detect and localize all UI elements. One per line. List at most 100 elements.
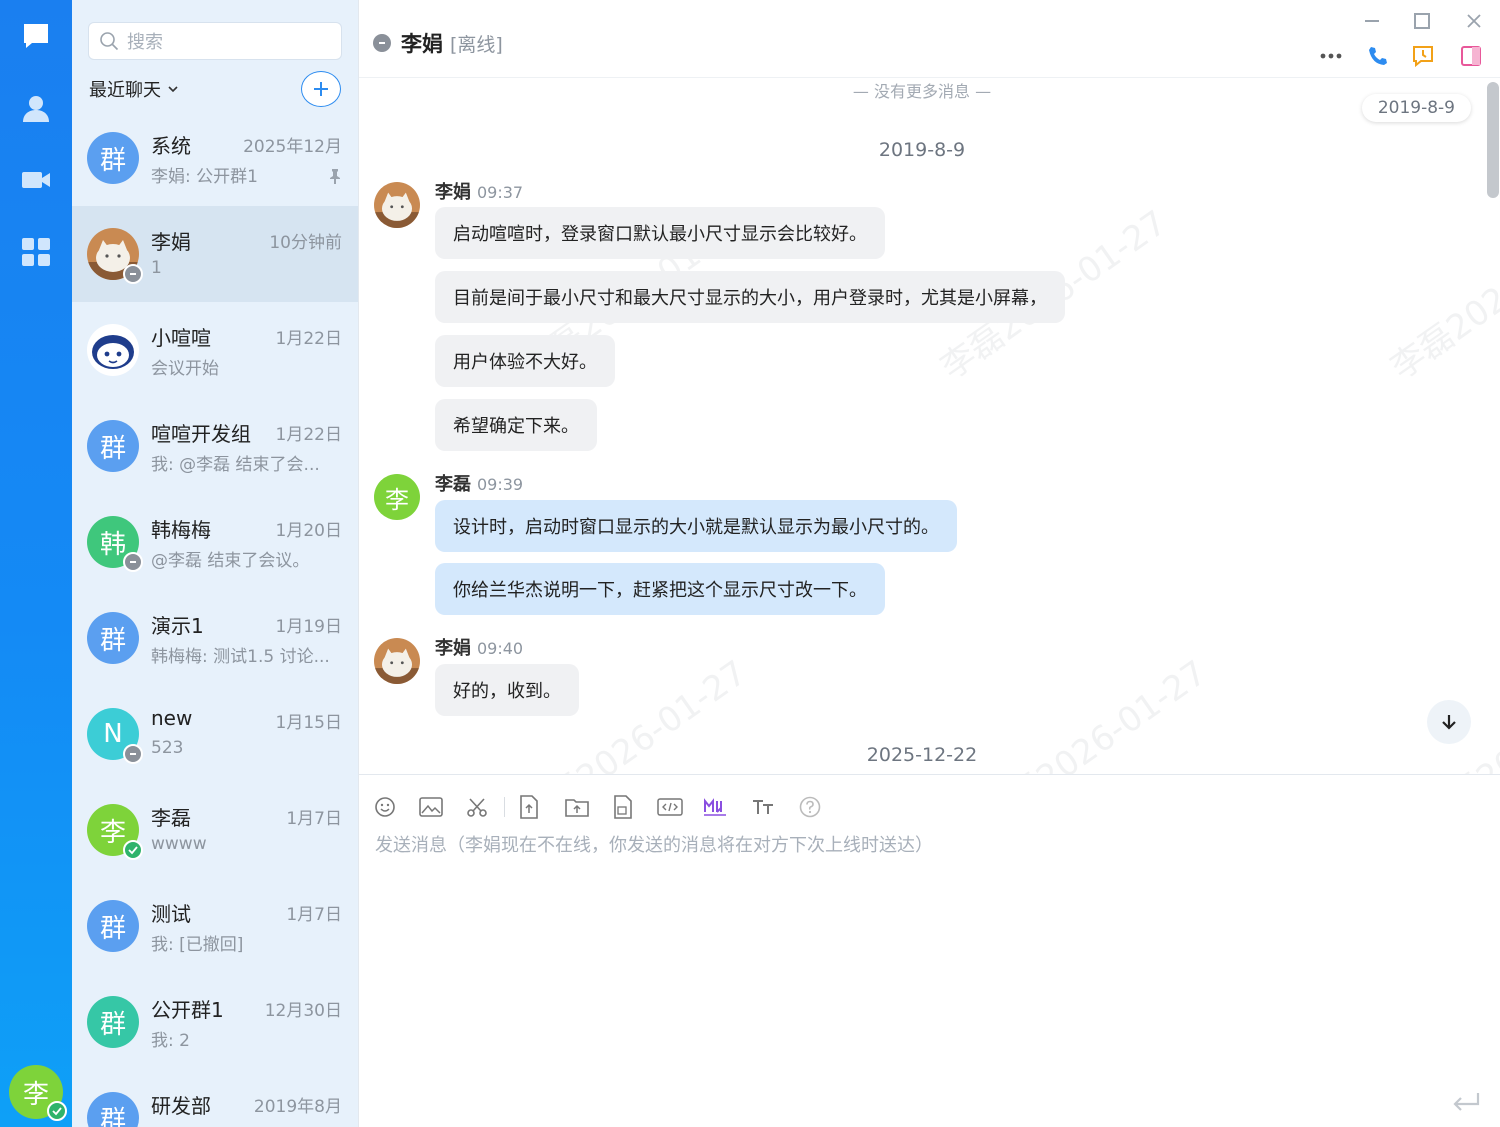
conversation-time: 2025年12月 [243,137,342,157]
add-chat-button[interactable] [301,71,341,107]
conversation-time: 1月20日 [275,521,342,541]
rail-chat[interactable] [14,14,58,58]
sender-avatar[interactable] [374,638,420,684]
conversation-time: 10分钟前 [269,233,342,253]
conversation-preview: 李娟: 公开群1 [151,167,258,187]
message-bubble[interactable]: 希望确定下来。 [435,399,597,451]
toolbar-divider [504,797,505,817]
rail-apps[interactable] [14,230,58,274]
document-icon [614,795,632,819]
sender-avatar[interactable] [374,182,420,228]
conversation-name: 韩梅梅 [151,518,211,542]
arrow-down-icon [1442,715,1456,730]
send-button[interactable] [1449,1087,1483,1117]
scroll-to-bottom-button[interactable] [1427,700,1471,744]
conversation-item[interactable]: 李 李磊 1月7日 wwww [72,782,358,878]
conversation-item[interactable]: 李娟 10分钟前 1 [72,206,358,302]
image-icon [419,797,443,817]
message-list: 李磊2026-01-27 李磊2026-01-27 李磊2026-01-27 李… [359,78,1500,774]
conversation-item[interactable]: 群 演示1 1月19日 韩梅梅: 测试1.5 讨论... [72,590,358,686]
pin-icon [330,169,340,184]
conversation-time: 2019年8月 [253,1097,342,1117]
message-bubble[interactable]: 用户体验不大好。 [435,335,615,387]
chevron-down-icon [168,86,178,93]
group-avatar: 群 [87,1092,139,1127]
conversation-name: 小喧喧 [151,326,211,350]
message-bubble[interactable]: 目前是间于最小尺寸和最大尺寸显示的大小，用户登录时，尤其是小屏幕， [435,271,1065,323]
conversation-time: 1月7日 [286,905,342,925]
message-composer [359,774,1500,1127]
conversation-name: 演示1 [151,614,204,638]
code-icon [657,798,683,816]
document-button[interactable] [609,793,637,821]
conversation-item[interactable]: 群 测试 1月7日 我: [已撤回] [72,878,358,974]
conversation-preview: @李磊 结束了会议。 [151,551,310,571]
more-button[interactable] [1317,42,1345,70]
sender-name: 李娟 09:37 [435,182,524,203]
image-button[interactable] [417,793,445,821]
message-time: 09:40 [477,639,524,658]
sender-avatar[interactable]: 李 [374,474,420,520]
conversation-item[interactable]: 群 公开群1 12月30日 我: 2 [72,974,358,1070]
plus-icon [314,82,328,96]
clock-message-icon [1413,46,1433,68]
message-bubble[interactable]: 你给兰华杰说明一下，赶紧把这个显示尺寸改一下。 [435,563,885,615]
panel-icon [1461,46,1481,66]
no-more-messages: — 没有更多消息 — [852,82,992,101]
scrollbar-thumb[interactable] [1487,82,1499,198]
maximize-button[interactable] [1409,8,1435,34]
message-bubble[interactable]: 好的，收到。 [435,664,579,716]
conversation-item[interactable]: 韩 韩梅梅 1月20日 @李磊 结束了会议。 [72,494,358,590]
group-avatar: 群 [87,900,139,952]
apps-grid-icon [22,238,50,266]
online-status-icon [47,1101,67,1121]
font-size-button[interactable] [749,793,777,821]
send-file-button[interactable] [515,793,543,821]
code-button[interactable] [656,793,684,821]
message-bubble[interactable]: 启动喧喧时，登录窗口默认最小尺寸显示会比较好。 [435,207,885,259]
group-avatar: 群 [87,612,139,664]
conversation-item[interactable]: 小喧喧 1月22日 会议开始 [72,302,358,398]
help-button[interactable] [796,793,824,821]
chat-icon [24,24,48,48]
cat-avatar [87,228,143,284]
markdown-button[interactable] [701,793,729,821]
conversation-sidebar: 搜索 最近聊天 群 系统 2025年12月 李娟: 公开群1 李娟 10分钟前 … [72,0,358,1127]
conversation-preview: wwww [151,834,207,854]
message-bubble[interactable]: 设计时，启动时窗口显示的大小就是默认显示为最小尺寸的。 [435,500,957,552]
conversation-item[interactable]: 群 喧喧开发组 1月22日 我: @李磊 结束了会... [72,398,358,494]
sidebar-toggle-button[interactable] [1457,42,1485,70]
rail-contacts[interactable] [14,86,58,130]
conversation-preview: 1 [151,258,162,278]
call-button[interactable] [1363,42,1391,70]
conversation-time: 12月30日 [264,1001,342,1021]
conversation-item[interactable]: 群 系统 2025年12月 李娟: 公开群1 [72,110,358,206]
offline-status-icon [123,552,143,572]
conversation-time: 1月7日 [286,809,342,829]
screenshot-button[interactable] [463,793,491,821]
conversation-time: 1月22日 [275,329,342,349]
conversation-preview: 我: [已撤回] [151,935,244,955]
history-button[interactable] [1409,42,1437,70]
search-input[interactable]: 搜索 [88,22,342,60]
scissors-icon [467,798,487,817]
offline-status-icon [123,264,143,284]
rail-video[interactable] [14,158,58,202]
contacts-icon [23,96,49,122]
send-folder-button[interactable] [563,793,591,821]
conversation-item[interactable]: 群 研发部 2019年8月 [72,1070,358,1127]
current-user-avatar[interactable]: 李 [9,1065,67,1121]
recent-chats-filter[interactable]: 最近聊天 [89,76,179,102]
close-button[interactable] [1461,8,1487,34]
more-icon [1320,53,1342,59]
offline-status-icon [123,744,143,764]
close-icon [1467,14,1481,28]
file-upload-icon [520,795,538,819]
message-input[interactable] [375,831,1485,1071]
search-icon [100,32,119,51]
emoji-button[interactable] [371,793,399,821]
contact-name[interactable]: 李娟 [401,28,443,58]
minimize-button[interactable] [1359,8,1385,34]
enter-icon [1453,1093,1480,1111]
conversation-item[interactable]: N new 1月15日 523 [72,686,358,782]
